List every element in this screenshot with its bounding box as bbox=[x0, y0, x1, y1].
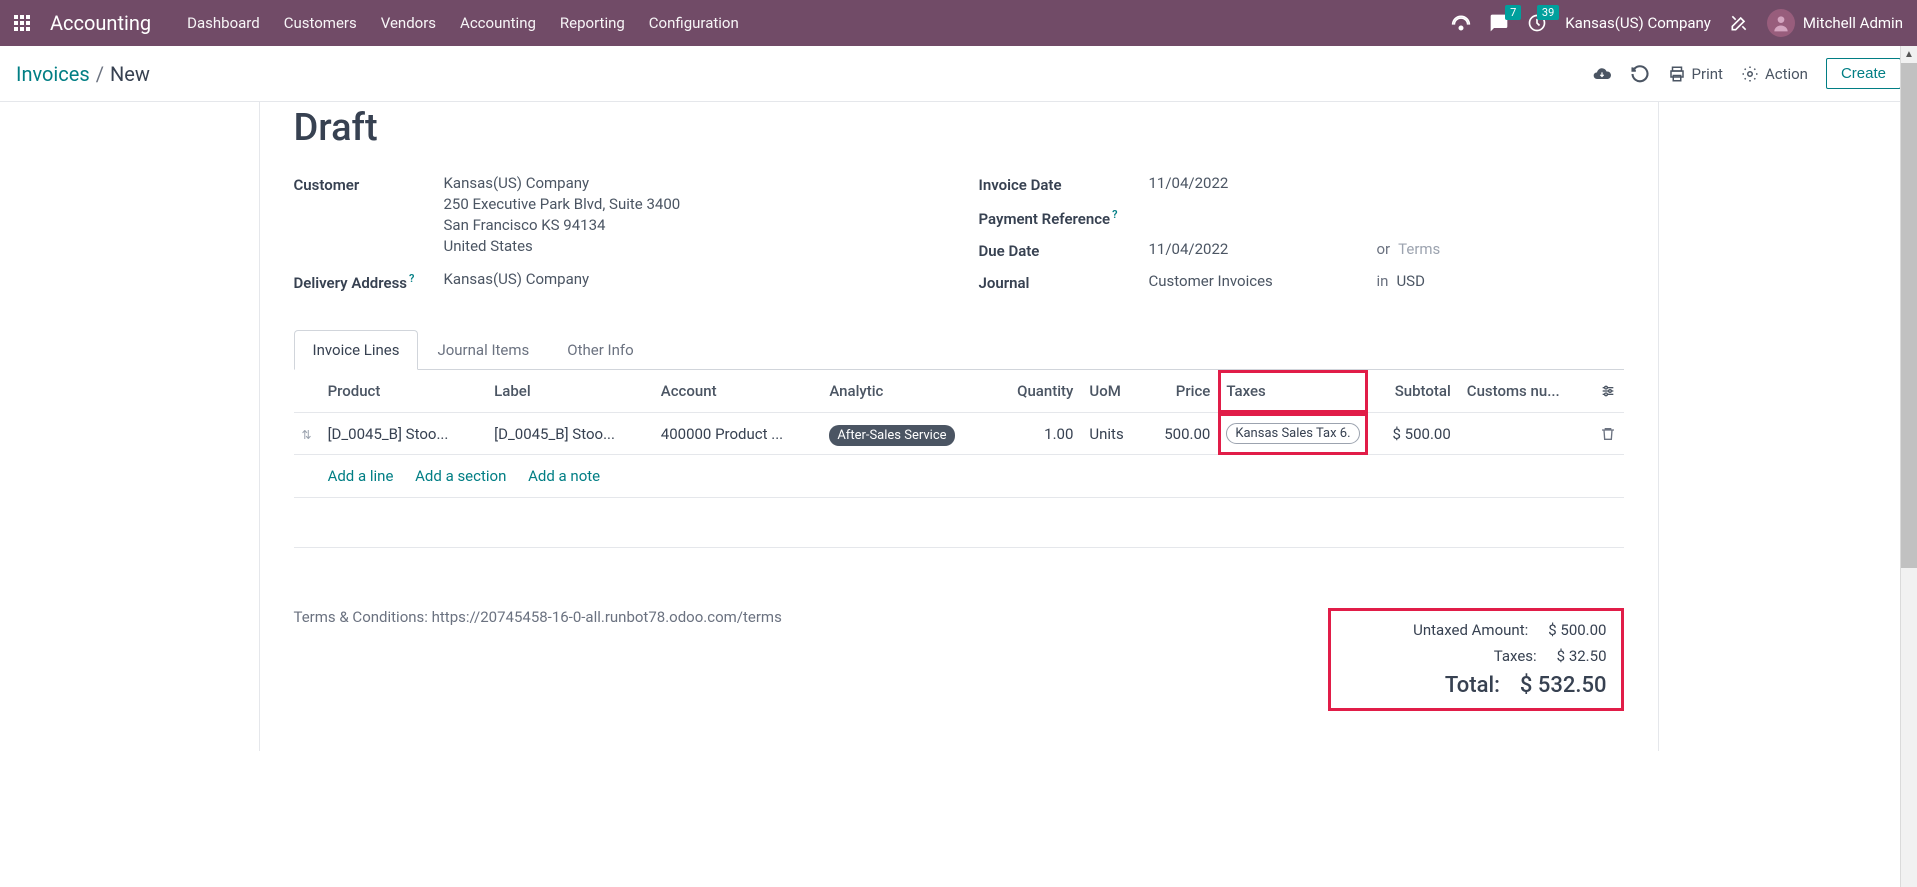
scroll-up-arrow[interactable]: ▲ bbox=[1901, 46, 1917, 63]
create-button[interactable]: Create bbox=[1826, 58, 1901, 89]
tab-other-info[interactable]: Other Info bbox=[548, 330, 652, 370]
th-analytic[interactable]: Analytic bbox=[821, 370, 993, 413]
top-navbar: Accounting Dashboard Customers Vendors A… bbox=[0, 0, 1917, 46]
customer-name: Kansas(US) Company bbox=[444, 174, 939, 192]
action-label: Action bbox=[1765, 65, 1808, 83]
delivery-label: Delivery Address? bbox=[294, 270, 444, 292]
untaxed-value: $ 500.00 bbox=[1548, 621, 1606, 639]
tab-journal-items[interactable]: Journal Items bbox=[418, 330, 548, 370]
tab-bar: Invoice Lines Journal Items Other Info bbox=[294, 330, 1624, 370]
cell-uom[interactable]: Units bbox=[1081, 413, 1142, 455]
cell-product[interactable]: [D_0045_B] Stoo... bbox=[320, 413, 487, 455]
due-date-label: Due Date bbox=[979, 240, 1149, 260]
breadcrumb: Invoices / New bbox=[16, 62, 150, 86]
tax-tag[interactable]: Kansas Sales Tax 6. bbox=[1226, 423, 1359, 444]
taxes-value: $ 32.50 bbox=[1557, 647, 1607, 665]
payment-ref-label: Payment Reference? bbox=[979, 206, 1149, 228]
invoice-date-label: Invoice Date bbox=[979, 174, 1149, 194]
messages-badge: 7 bbox=[1505, 5, 1521, 20]
user-menu[interactable]: Mitchell Admin bbox=[1767, 9, 1903, 37]
terms-text[interactable]: Terms & Conditions: https://20745458-16-… bbox=[294, 608, 782, 626]
customer-label: Customer bbox=[294, 174, 444, 194]
total-value: $ 532.50 bbox=[1520, 673, 1607, 698]
totals-summary: Untaxed Amount: $ 500.00 Taxes: $ 32.50 … bbox=[1328, 608, 1624, 711]
status-title: Draft bbox=[294, 106, 1624, 150]
journal-field[interactable]: Customer Invoices bbox=[1149, 272, 1369, 290]
cell-subtotal: $ 500.00 bbox=[1368, 413, 1458, 455]
avatar-icon bbox=[1767, 9, 1795, 37]
th-product[interactable]: Product bbox=[320, 370, 487, 413]
tools-icon[interactable] bbox=[1729, 13, 1749, 33]
analytic-tag[interactable]: After-Sales Service bbox=[829, 425, 954, 446]
th-label[interactable]: Label bbox=[486, 370, 653, 413]
in-text: in bbox=[1377, 272, 1389, 290]
th-subtotal[interactable]: Subtotal bbox=[1368, 370, 1458, 413]
terms-field[interactable]: Terms bbox=[1398, 240, 1440, 258]
due-date-field[interactable]: 11/04/2022 bbox=[1149, 240, 1369, 258]
company-switcher[interactable]: Kansas(US) Company bbox=[1565, 14, 1711, 32]
breadcrumb-separator: / bbox=[96, 62, 104, 86]
th-account[interactable]: Account bbox=[653, 370, 822, 413]
nav-configuration[interactable]: Configuration bbox=[649, 14, 739, 32]
app-title: Accounting bbox=[50, 11, 151, 35]
th-taxes[interactable]: Taxes bbox=[1218, 370, 1368, 413]
drag-handle-icon[interactable]: ⇅ bbox=[302, 428, 312, 442]
customer-field[interactable]: Kansas(US) Company 250 Executive Park Bl… bbox=[444, 174, 939, 258]
cloud-save-icon[interactable] bbox=[1592, 64, 1612, 84]
top-menu: Dashboard Customers Vendors Accounting R… bbox=[187, 14, 739, 32]
support-icon[interactable] bbox=[1451, 13, 1471, 33]
or-text: or bbox=[1377, 240, 1391, 258]
cell-account[interactable]: 400000 Product ... bbox=[653, 413, 822, 455]
help-icon[interactable]: ? bbox=[1112, 208, 1117, 221]
nav-accounting[interactable]: Accounting bbox=[460, 14, 536, 32]
action-button[interactable]: Action bbox=[1741, 65, 1808, 83]
user-name: Mitchell Admin bbox=[1803, 14, 1903, 32]
add-line-link[interactable]: Add a line bbox=[328, 467, 394, 485]
untaxed-label: Untaxed Amount: bbox=[1345, 621, 1549, 639]
th-price[interactable]: Price bbox=[1143, 370, 1219, 413]
total-label: Total: bbox=[1345, 673, 1520, 698]
add-section-link[interactable]: Add a section bbox=[415, 467, 506, 485]
invoice-lines-table: Product Label Account Analytic Quantity … bbox=[294, 370, 1624, 548]
cell-label[interactable]: [D_0045_B] Stoo... bbox=[486, 413, 653, 455]
help-icon[interactable]: ? bbox=[409, 272, 414, 285]
cell-price[interactable]: 500.00 bbox=[1143, 413, 1219, 455]
nav-vendors[interactable]: Vendors bbox=[381, 14, 436, 32]
control-bar: Invoices / New Print Action Create bbox=[0, 46, 1917, 102]
invoice-date-field[interactable]: 11/04/2022 bbox=[1149, 174, 1624, 192]
delete-row-icon[interactable] bbox=[1600, 426, 1616, 442]
nav-customers[interactable]: Customers bbox=[284, 14, 357, 32]
tab-invoice-lines[interactable]: Invoice Lines bbox=[294, 330, 419, 370]
print-button[interactable]: Print bbox=[1668, 65, 1723, 83]
activities-badge: 39 bbox=[1537, 5, 1559, 20]
column-options-icon[interactable] bbox=[1600, 383, 1616, 399]
print-label: Print bbox=[1692, 65, 1723, 83]
taxes-label: Taxes: bbox=[1345, 647, 1557, 665]
messages-icon[interactable]: 7 bbox=[1489, 13, 1509, 33]
add-note-link[interactable]: Add a note bbox=[528, 467, 600, 485]
nav-reporting[interactable]: Reporting bbox=[560, 14, 625, 32]
customer-addr2: San Francisco KS 94134 bbox=[444, 216, 939, 234]
delivery-field[interactable]: Kansas(US) Company bbox=[444, 270, 939, 288]
th-uom[interactable]: UoM bbox=[1081, 370, 1142, 413]
customer-addr1: 250 Executive Park Blvd, Suite 3400 bbox=[444, 195, 939, 213]
customer-country: United States bbox=[444, 237, 939, 255]
journal-label: Journal bbox=[979, 272, 1149, 292]
vertical-scrollbar[interactable]: ▲ bbox=[1900, 46, 1917, 887]
form-sheet: Draft Customer Kansas(US) Company 250 Ex… bbox=[259, 102, 1659, 751]
activities-icon[interactable]: 39 bbox=[1527, 13, 1547, 33]
th-customs[interactable]: Customs nu... bbox=[1459, 370, 1592, 413]
currency-field[interactable]: USD bbox=[1396, 272, 1424, 290]
apps-grid-icon[interactable] bbox=[14, 15, 30, 31]
breadcrumb-current: New bbox=[110, 62, 150, 86]
breadcrumb-root[interactable]: Invoices bbox=[16, 62, 90, 86]
nav-dashboard[interactable]: Dashboard bbox=[187, 14, 260, 32]
th-quantity[interactable]: Quantity bbox=[993, 370, 1081, 413]
table-row[interactable]: ⇅ [D_0045_B] Stoo... [D_0045_B] Stoo... … bbox=[294, 413, 1624, 455]
discard-icon[interactable] bbox=[1630, 64, 1650, 84]
cell-quantity[interactable]: 1.00 bbox=[993, 413, 1081, 455]
